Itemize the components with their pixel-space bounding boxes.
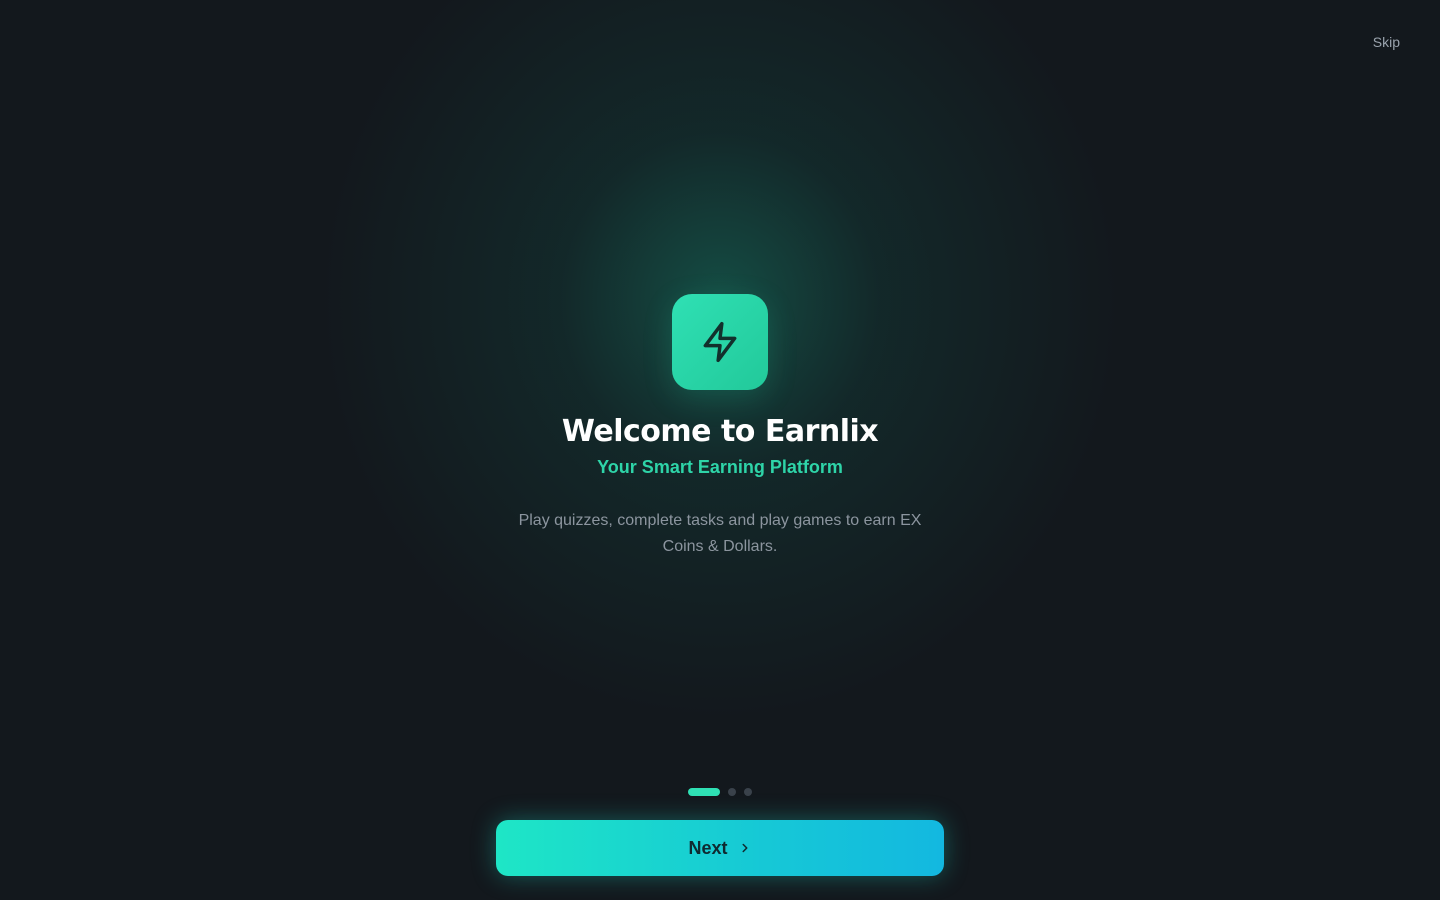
onboarding-hero: Welcome to Earnlix Your Smart Earning Pl… [0, 294, 1440, 560]
page-description: Play quizzes, complete tasks and play ga… [518, 512, 922, 555]
page-title: Welcome to Earnlix [561, 414, 879, 449]
pagination-dots [0, 788, 1440, 796]
pagination-dot-1[interactable] [688, 788, 720, 796]
app-logo [672, 294, 768, 390]
pagination-dot-3[interactable] [744, 788, 752, 796]
chevron-right-icon [738, 841, 752, 855]
next-button-label: Next [688, 837, 728, 858]
skip-button[interactable]: Skip [1373, 34, 1400, 50]
lightning-bolt-icon [703, 321, 737, 363]
next-button[interactable]: Next [496, 820, 944, 876]
pagination-dot-2[interactable] [728, 788, 736, 796]
page-subtitle: Your Smart Earning Platform [597, 457, 843, 477]
